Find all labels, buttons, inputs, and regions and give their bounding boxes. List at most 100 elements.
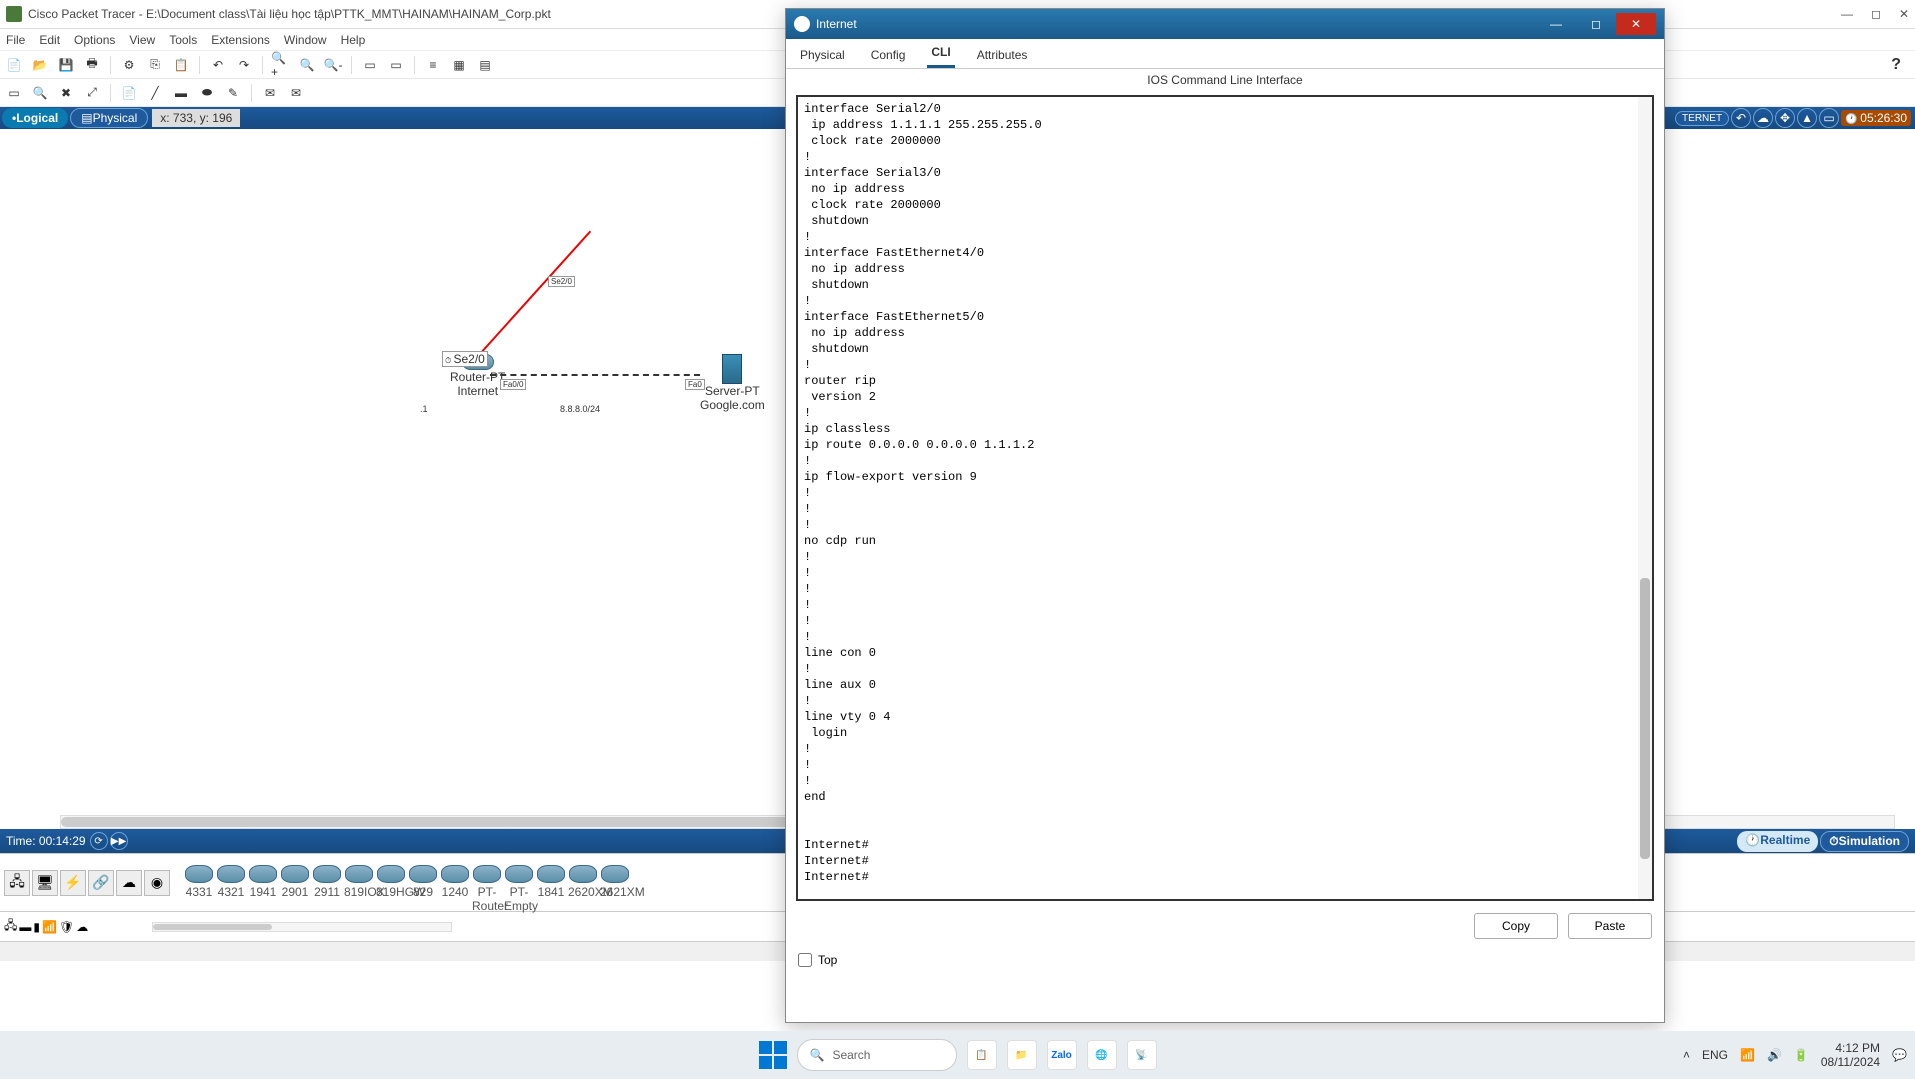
taskbar-search[interactable]: 🔍 Search bbox=[797, 1039, 957, 1071]
menu-options[interactable]: Options bbox=[74, 33, 115, 47]
device-model-1941[interactable]: 1941 bbox=[248, 865, 278, 901]
maximize-icon[interactable]: ◻ bbox=[1871, 7, 1881, 21]
subcat-5[interactable]: 🛡 bbox=[59, 920, 74, 934]
device-model-PT-Empty[interactable]: PT-Empty bbox=[504, 865, 534, 901]
fast-forward-icon[interactable]: ▶▶ bbox=[110, 832, 128, 850]
tray-clock[interactable]: 4:12 PM 08/11/2024 bbox=[1821, 1041, 1880, 1069]
help-icon[interactable]: ? bbox=[1891, 56, 1911, 74]
redo-icon[interactable]: ↷ bbox=[234, 55, 254, 75]
server-google[interactable]: Server-PT Google.com bbox=[700, 354, 765, 412]
move-icon[interactable]: ✥ bbox=[1775, 108, 1795, 128]
save-icon[interactable]: 💾 bbox=[56, 55, 76, 75]
undo-icon[interactable]: ↶ bbox=[208, 55, 228, 75]
tray-wifi-icon[interactable]: 📶 bbox=[1740, 1048, 1755, 1062]
tab-cli[interactable]: CLI bbox=[927, 39, 954, 68]
cli-vscroll[interactable] bbox=[1638, 97, 1652, 899]
rect-icon[interactable]: ▬ bbox=[171, 83, 191, 103]
device-model-1841[interactable]: 1841 bbox=[536, 865, 566, 901]
simple-pdu-icon[interactable]: ✉ bbox=[260, 83, 280, 103]
back-icon[interactable]: ↶ bbox=[1731, 108, 1751, 128]
open-icon[interactable]: 📂 bbox=[30, 55, 50, 75]
ellipse-icon[interactable]: ⬬ bbox=[197, 83, 217, 103]
cli-terminal[interactable]: interface Serial2/0 ip address 1.1.1.1 2… bbox=[796, 95, 1654, 901]
device-model-1240[interactable]: 1240 bbox=[440, 865, 470, 901]
minimize-icon[interactable]: — bbox=[1841, 7, 1853, 21]
device-model-819HGW[interactable]: 819HGW bbox=[376, 865, 406, 901]
freeform-icon[interactable]: ✎ bbox=[223, 83, 243, 103]
tray-lang[interactable]: ENG bbox=[1702, 1048, 1728, 1062]
menu-file[interactable]: File bbox=[6, 33, 25, 47]
menu-window[interactable]: Window bbox=[284, 33, 327, 47]
device-model-4331[interactable]: 4331 bbox=[184, 865, 214, 901]
complex-pdu-icon[interactable]: ✉ bbox=[286, 83, 306, 103]
copy-button[interactable]: Copy bbox=[1474, 913, 1558, 939]
power-cycle-icon[interactable]: ⟳ bbox=[90, 832, 108, 850]
note-icon[interactable]: 📄 bbox=[119, 83, 139, 103]
device-model-2620XM[interactable]: 2620XM bbox=[568, 865, 598, 901]
menu-help[interactable]: Help bbox=[341, 33, 366, 47]
resize-icon[interactable]: ⤢ bbox=[82, 83, 102, 103]
menu-extensions[interactable]: Extensions bbox=[211, 33, 270, 47]
subcat-2[interactable]: ▬ bbox=[19, 920, 31, 934]
device-model-819IOX[interactable]: 819IOX bbox=[344, 865, 374, 901]
menu-edit[interactable]: Edit bbox=[39, 33, 60, 47]
palette-icon[interactable]: ▭ bbox=[360, 55, 380, 75]
subcat-4[interactable]: 📶 bbox=[42, 920, 57, 934]
device-model-2901[interactable]: 2901 bbox=[280, 865, 310, 901]
select-icon[interactable]: ▭ bbox=[4, 83, 24, 103]
zoom-out-icon[interactable]: 🔍- bbox=[323, 55, 343, 75]
devcat-multiuser[interactable]: ◉ bbox=[144, 870, 170, 896]
taskbar-app-packettracer[interactable]: 📡 bbox=[1127, 1040, 1157, 1070]
print-icon[interactable]: 🖶 bbox=[82, 55, 102, 75]
dialog-titlebar[interactable]: Internet — ◻ ✕ bbox=[786, 9, 1664, 39]
subcat-3[interactable]: ▮ bbox=[33, 920, 40, 934]
dialog-close-icon[interactable]: ✕ bbox=[1616, 13, 1656, 35]
dialog-minimize-icon[interactable]: — bbox=[1536, 13, 1576, 35]
tray-notifications-icon[interactable]: 💬 bbox=[1892, 1048, 1907, 1062]
zoom-in-icon[interactable]: 🔍+ bbox=[271, 55, 291, 75]
devcat-network[interactable]: 🖧 bbox=[4, 870, 30, 896]
tray-volume-icon[interactable]: 🔊 bbox=[1767, 1048, 1782, 1062]
tray-battery-icon[interactable]: 🔋 bbox=[1794, 1048, 1809, 1062]
logical-view-tab[interactable]: •Logical bbox=[2, 108, 68, 128]
new-icon[interactable]: 📄 bbox=[4, 55, 24, 75]
device-model-4321[interactable]: 4321 bbox=[216, 865, 246, 901]
tray-chevron-icon[interactable]: ˄ bbox=[1683, 1048, 1690, 1062]
list-icon[interactable]: ≡ bbox=[423, 55, 443, 75]
menu-tools[interactable]: Tools bbox=[169, 33, 197, 47]
tab-physical[interactable]: Physical bbox=[796, 42, 849, 68]
inspect-icon[interactable]: 🔍 bbox=[30, 83, 50, 103]
ethernet-link[interactable] bbox=[490, 374, 700, 376]
paste-button[interactable]: Paste bbox=[1568, 913, 1652, 939]
dialog-icon[interactable]: ▭ bbox=[386, 55, 406, 75]
tab-attributes[interactable]: Attributes bbox=[973, 42, 1032, 68]
device-model-PT-Router[interactable]: PT-Router bbox=[472, 865, 502, 901]
dialog-maximize-icon[interactable]: ◻ bbox=[1576, 13, 1616, 35]
simulation-mode[interactable]: ⏱Simulation bbox=[1820, 831, 1909, 852]
devcat-components[interactable]: ⚡ bbox=[60, 870, 86, 896]
paste-icon[interactable]: 📋 bbox=[171, 55, 191, 75]
close-icon[interactable]: ✕ bbox=[1899, 7, 1909, 21]
devcat-end[interactable]: 🖥 bbox=[32, 870, 58, 896]
top-checkbox[interactable] bbox=[798, 953, 812, 967]
taskbar-app-1[interactable]: 📋 bbox=[967, 1040, 997, 1070]
subcat-1[interactable]: 🖧 bbox=[4, 916, 17, 937]
subcat-6[interactable]: ☁ bbox=[76, 920, 88, 934]
physical-view-tab[interactable]: ▤ Physical bbox=[70, 108, 148, 128]
taskbar-app-explorer[interactable]: 📁 bbox=[1007, 1040, 1037, 1070]
start-button[interactable] bbox=[759, 1041, 787, 1069]
tab-config[interactable]: Config bbox=[867, 42, 910, 68]
grid-icon[interactable]: ▦ bbox=[449, 55, 469, 75]
realtime-mode[interactable]: 🕐Realtime bbox=[1737, 831, 1818, 852]
view-icon[interactable]: ▤ bbox=[475, 55, 495, 75]
device-hscroll[interactable] bbox=[152, 922, 452, 932]
device-model-2621XM[interactable]: 2621XM bbox=[600, 865, 630, 901]
zoom-reset-icon[interactable]: 🔍 bbox=[297, 55, 317, 75]
taskbar-app-zalo[interactable]: Zalo bbox=[1047, 1040, 1077, 1070]
bg-icon[interactable]: ▲ bbox=[1797, 108, 1817, 128]
devcat-misc[interactable]: ☁ bbox=[116, 870, 142, 896]
devcat-connections[interactable]: 🔗 bbox=[88, 870, 114, 896]
line-icon[interactable]: ╱ bbox=[145, 83, 165, 103]
device-model-2911[interactable]: 2911 bbox=[312, 865, 342, 901]
serial-link[interactable] bbox=[469, 231, 591, 366]
